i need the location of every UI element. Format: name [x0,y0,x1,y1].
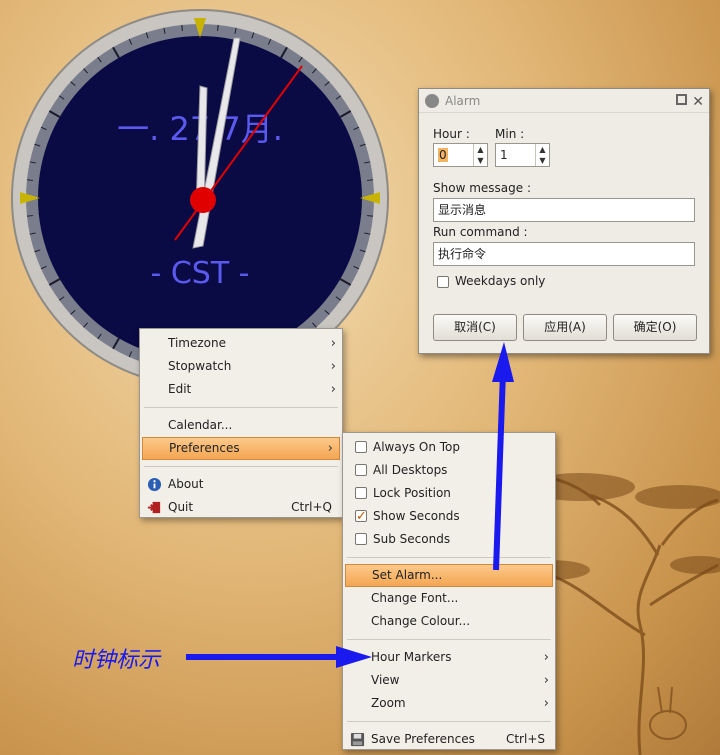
min-spinbox[interactable]: 1 ▲ ▼ [495,143,550,167]
chevron-right-icon: › [327,441,333,456]
alarm-app-icon [425,94,439,108]
min-value: 1 [500,148,508,162]
cancel-button[interactable]: 取消(C) [433,314,517,341]
menu-separator [144,466,338,467]
menu-item-lock-position[interactable]: Lock Position [343,482,555,505]
checkbox-all-desktops[interactable] [355,464,367,476]
menu-item-show-seconds[interactable]: Show Seconds [343,505,555,528]
tick-mark [217,24,219,31]
close-icon[interactable]: ✕ [692,90,704,114]
dialog-title: Alarm [445,94,481,108]
tick-mark [26,215,33,217]
alarm-dialog: Alarm ✕ Hour : Min : 0 ▲ ▼ 1 ▲ ▼ Show mess… [418,88,710,354]
menu-item-timezone[interactable]: Timezone › [140,332,342,355]
annotation-label: 时钟标示 [72,648,161,673]
menu-item-hour-markers[interactable]: Hour Markers › [343,646,555,669]
spin-arrows-icon[interactable]: ▲ ▼ [535,144,549,166]
weekdays-label: Weekdays only [455,274,546,288]
ok-button[interactable]: 确定(O) [613,314,697,341]
tick-mark [367,215,374,217]
hour-value: 0 [438,148,448,162]
menu-item-about[interactable]: About [140,473,342,496]
tick-mark [26,179,33,181]
show-message-input[interactable]: 显示消息 [433,198,695,222]
chevron-right-icon: › [330,359,336,374]
menu-item-set-alarm[interactable]: Set Alarm... [345,564,553,587]
menu-item-change-font[interactable]: Change Font... [343,587,555,610]
maximize-icon[interactable] [676,94,687,105]
run-command-input[interactable]: 执行命令 [433,242,695,266]
dialog-titlebar[interactable]: Alarm ✕ [419,89,709,113]
menu-item-sub-seconds[interactable]: Sub Seconds [343,528,555,551]
info-icon [147,477,162,492]
exit-icon [147,501,161,514]
spin-arrows-icon[interactable]: ▲ ▼ [473,144,487,166]
checkbox-show-seconds[interactable] [355,505,367,528]
apply-button[interactable]: 应用(A) [523,314,607,341]
clock-timezone: - CST - [150,256,249,291]
weekdays-checkbox[interactable] [437,276,449,288]
hour-spinbox[interactable]: 0 ▲ ▼ [433,143,488,167]
checkbox-always-on-top[interactable] [355,441,367,453]
preferences-submenu: Always On Top All Desktops Lock Position… [342,432,556,750]
menu-separator [144,407,338,408]
clock-center-pin [190,187,216,213]
menu-item-save-preferences[interactable]: Save Preferences Ctrl+S [343,728,555,751]
chevron-right-icon: › [330,336,336,351]
menu-separator [347,721,551,722]
checkbox-sub-seconds[interactable] [355,533,367,545]
save-icon [350,732,365,747]
menu-item-zoom[interactable]: Zoom › [343,692,555,715]
tick-mark [181,24,183,31]
clock-context-menu: Timezone › Stopwatch › Edit › Calendar... P… [139,328,343,518]
menu-item-always-on-top[interactable]: Always On Top [343,436,555,459]
menu-separator [347,639,551,640]
hour-label: Hour : [433,127,470,141]
show-message-label: Show message : [433,181,531,195]
chevron-right-icon: › [543,650,549,665]
chevron-right-icon: › [543,696,549,711]
menu-separator [347,557,551,558]
chevron-right-icon: › [330,382,336,397]
menu-item-all-desktops[interactable]: All Desktops [343,459,555,482]
run-command-label: Run command : [433,225,528,239]
chevron-right-icon: › [543,673,549,688]
menu-item-calendar[interactable]: Calendar... [140,414,342,437]
menu-item-stopwatch[interactable]: Stopwatch › [140,355,342,378]
checkbox-lock-position[interactable] [355,487,367,499]
menu-item-change-colour[interactable]: Change Colour... [343,610,555,633]
menu-item-quit[interactable]: Quit Ctrl+Q [140,496,342,519]
tick-mark [367,179,374,181]
menu-item-preferences[interactable]: Preferences › [142,437,340,460]
menu-item-edit[interactable]: Edit › [140,378,342,401]
menu-item-view[interactable]: View › [343,669,555,692]
min-label: Min : [495,127,525,141]
